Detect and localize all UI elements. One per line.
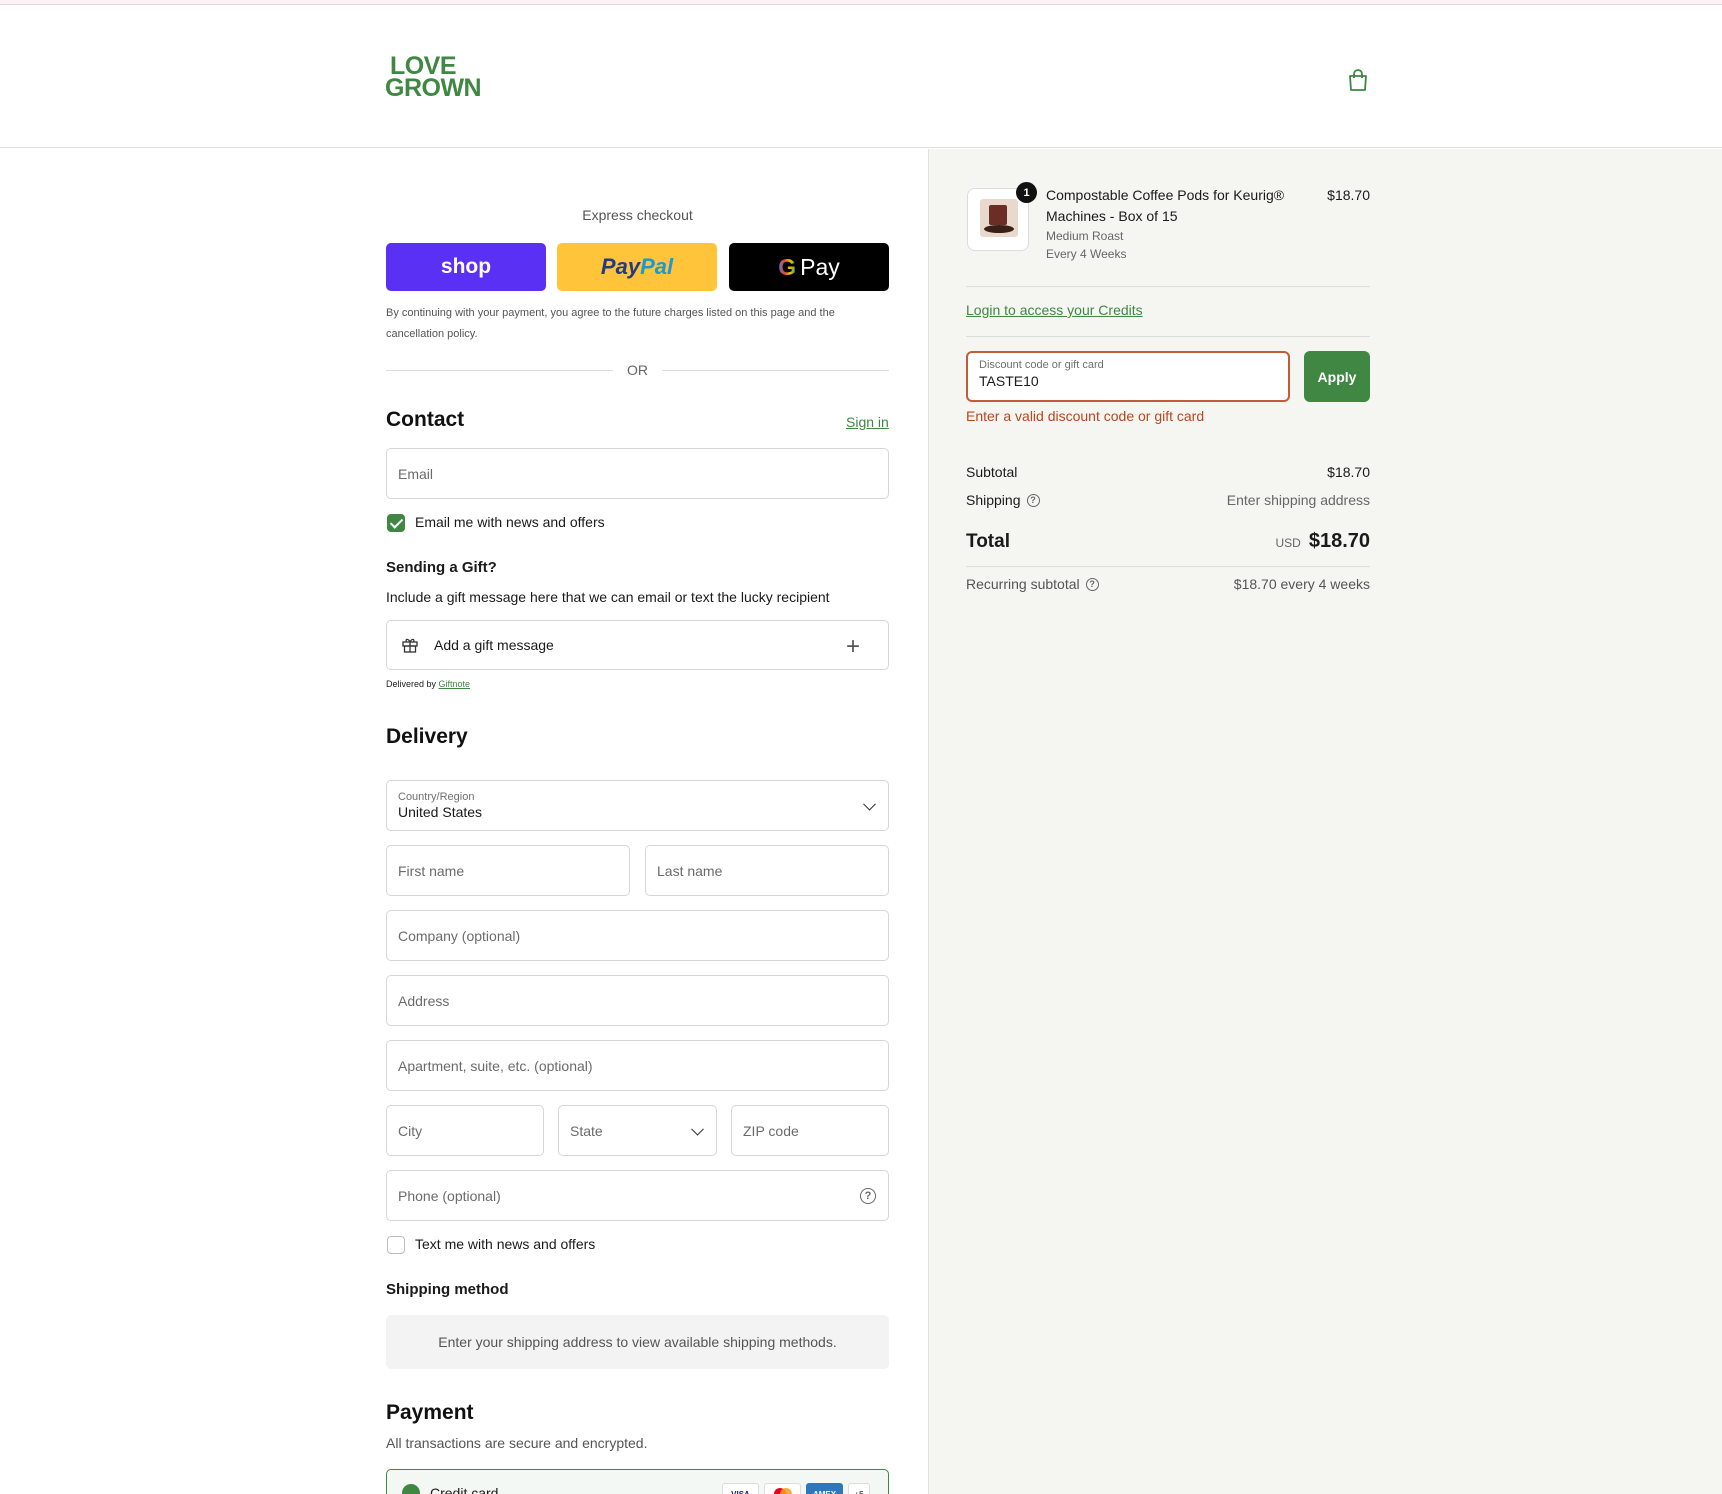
company-field[interactable]: Company (optional) [386, 910, 889, 961]
zip-code-field[interactable]: ZIP code [731, 1105, 889, 1156]
phone-field[interactable]: Phone (optional) ? [386, 1170, 889, 1221]
discount-code-input[interactable]: Discount code or gift card TASTE10 [966, 351, 1290, 402]
contact-heading: Contact [386, 408, 465, 431]
add-gift-message-button[interactable]: Add a gift message + [386, 620, 889, 670]
discount-error-message: Enter a valid discount code or gift card [966, 408, 1205, 424]
chevron-down-icon [691, 1122, 704, 1136]
address-field[interactable]: Address [386, 975, 889, 1026]
express-checkout-label: Express checkout [582, 207, 693, 223]
total-value: USD $18.70 [1275, 530, 1370, 552]
text-news-label: Text me with news and offers [415, 1236, 596, 1252]
email-field[interactable]: Email [386, 448, 889, 499]
city-field[interactable]: City [386, 1105, 544, 1156]
paypal-button[interactable]: Pay Pal [557, 243, 717, 291]
help-icon[interactable]: ? [1026, 493, 1040, 507]
gift-icon [402, 638, 418, 653]
product-price: $18.70 [1327, 187, 1370, 203]
divider [966, 286, 1370, 287]
country-select[interactable]: Country/Region United States [386, 780, 889, 831]
gift-heading: Sending a Gift? [386, 559, 497, 576]
gift-description: Include a gift message here that we can … [386, 589, 830, 605]
email-news-label: Email me with news and offers [415, 514, 605, 530]
shopping-bag-icon[interactable] [1347, 69, 1369, 93]
last-name-field[interactable]: Last name [645, 845, 889, 896]
credit-card-option[interactable]: Credit card VISA AMEX +5 [386, 1469, 889, 1494]
card-logos: VISA AMEX +5 [722, 1483, 870, 1494]
divider [966, 336, 1370, 337]
or-divider: OR [386, 360, 889, 380]
giftnote-link[interactable]: Giftnote [439, 679, 471, 689]
header: LOVE GROWN [0, 5, 1722, 148]
google-pay-button[interactable]: G Pay [729, 243, 889, 291]
delivered-by: Delivered by Giftnote [386, 679, 471, 689]
credit-card-radio[interactable] [402, 1484, 420, 1494]
more-cards-badge: +5 [848, 1483, 870, 1494]
mastercard-icon [764, 1483, 801, 1494]
shipping-value: Enter shipping address [1226, 492, 1370, 508]
payment-consent-text: By continuing with your payment, you agr… [386, 307, 835, 340]
product-variant: Medium Roast [1046, 229, 1124, 243]
first-name-field[interactable]: First name [386, 845, 630, 896]
login-credits-link[interactable]: Login to access your Credits [966, 302, 1143, 318]
shipping-method-placeholder: Enter your shipping address to view avai… [386, 1315, 889, 1369]
shipping-method-heading: Shipping method [386, 1281, 509, 1298]
help-icon[interactable]: ? [1085, 577, 1099, 591]
state-select[interactable]: State [558, 1105, 717, 1156]
chevron-down-icon [863, 797, 876, 811]
email-news-checkbox[interactable] [387, 514, 405, 532]
payment-heading: Payment [386, 1401, 474, 1424]
help-icon[interactable]: ? [860, 1188, 876, 1204]
product-frequency: Every 4 Weeks [1046, 247, 1127, 261]
subtotal-value: $18.70 [1327, 464, 1370, 480]
plus-icon: + [845, 633, 860, 660]
love-grown-logo[interactable]: LOVE GROWN [385, 54, 489, 105]
divider [966, 566, 1370, 567]
total-label: Total [966, 531, 1010, 552]
google-icon: G [778, 253, 797, 280]
amex-icon: AMEX [806, 1483, 843, 1494]
sign-in-link[interactable]: Sign in [846, 414, 889, 430]
product-name: Compostable Coffee Pods for Keurig® Mach… [1046, 187, 1285, 224]
shipping-label: Shipping ? [966, 492, 1040, 508]
shop-pay-button[interactable]: shop [386, 243, 546, 291]
delivery-heading: Delivery [386, 725, 468, 748]
payment-subtitle: All transactions are secure and encrypte… [386, 1435, 648, 1451]
recurring-subtotal-value: $18.70 every 4 weeks [1233, 576, 1370, 592]
subtotal-label: Subtotal [966, 464, 1018, 480]
quantity-badge: 1 [1016, 182, 1037, 203]
text-news-checkbox[interactable] [387, 1236, 405, 1254]
apply-button[interactable]: Apply [1304, 351, 1370, 402]
recurring-subtotal-label: Recurring subtotal ? [966, 576, 1099, 592]
visa-icon: VISA [722, 1483, 759, 1494]
apartment-field[interactable]: Apartment, suite, etc. (optional) [386, 1040, 889, 1091]
